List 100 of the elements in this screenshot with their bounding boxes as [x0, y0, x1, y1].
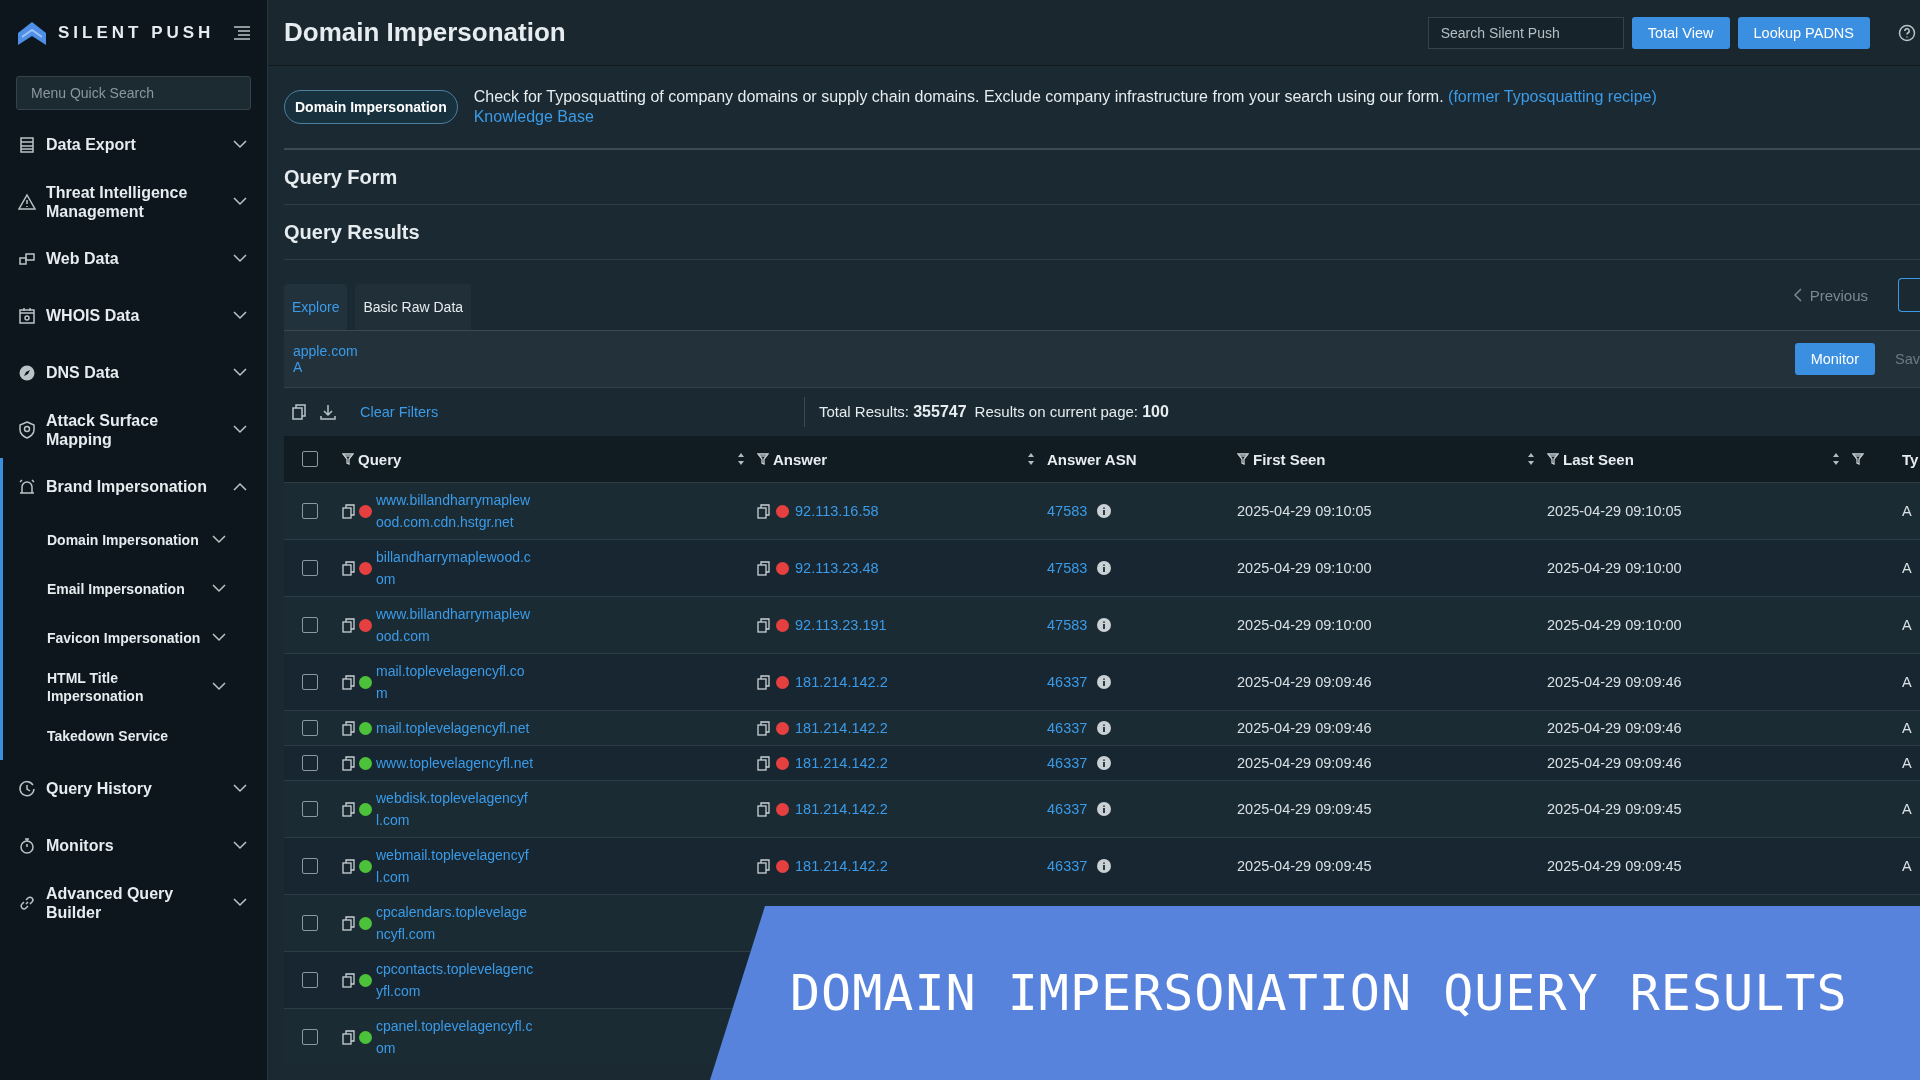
asn-link[interactable]: 47583 [1047, 557, 1088, 579]
recipe-link[interactable]: (former Typosquatting recipe) [1448, 88, 1657, 105]
filter-tag[interactable]: apple.com [293, 343, 358, 359]
sidebar-item[interactable]: Attack Surface Mapping [0, 401, 267, 458]
info-icon[interactable] [1097, 721, 1112, 735]
knowledge-base-link[interactable]: Knowledge Base [473, 107, 594, 127]
filter-icon[interactable] [1237, 453, 1249, 465]
copy-icon[interactable] [342, 617, 355, 633]
sidebar-item[interactable]: Web Data [0, 230, 267, 287]
info-icon[interactable] [1097, 561, 1112, 575]
copy-icon[interactable] [342, 972, 355, 988]
copy-icon[interactable] [757, 503, 770, 519]
copy-icon[interactable] [342, 560, 355, 576]
copy-icon[interactable] [757, 560, 770, 576]
monitor-button[interactable]: Monitor [1794, 343, 1875, 375]
chevron-icon[interactable] [233, 311, 247, 320]
answer-link[interactable]: 92.113.23.191 [795, 614, 887, 636]
query-link[interactable]: www.billandharrymaplewood.com.cdn.hstgr.net [376, 489, 534, 533]
copy-icon[interactable] [342, 858, 355, 874]
answer-link[interactable]: 92.113.23.48 [795, 557, 879, 579]
search-field[interactable]: Menu Quick Search [16, 76, 251, 110]
chevron-icon[interactable] [212, 633, 226, 642]
sidebar-item[interactable]: WHOIS Data [0, 287, 267, 344]
filter-icon[interactable] [342, 453, 354, 465]
row-checkbox[interactable] [302, 617, 318, 633]
info-icon[interactable] [1097, 618, 1112, 632]
chevron-icon[interactable] [233, 784, 247, 793]
answer-link[interactable]: 181.214.142.2 [795, 798, 888, 820]
copy-icon[interactable] [757, 801, 770, 817]
sidebar-item[interactable]: Advanced Query Builder [0, 874, 267, 931]
copy-icon[interactable] [757, 858, 770, 874]
chevron-icon[interactable] [233, 898, 247, 907]
asn-link[interactable]: 46337 [1047, 752, 1088, 774]
row-checkbox[interactable] [302, 972, 318, 988]
sort-icon[interactable] [1832, 452, 1840, 466]
copy-icon[interactable] [757, 720, 770, 736]
help-icon[interactable] [1898, 23, 1916, 42]
tab[interactable]: Basic Raw Data [355, 284, 472, 330]
info-icon[interactable] [1097, 802, 1112, 816]
sort-icon[interactable] [737, 452, 745, 466]
select-all-checkbox[interactable] [302, 451, 318, 467]
chevron-icon[interactable] [233, 841, 247, 850]
next-button[interactable] [1898, 278, 1920, 312]
answer-link[interactable]: 181.214.142.2 [795, 717, 888, 739]
row-checkbox[interactable] [302, 674, 318, 690]
row-checkbox[interactable] [302, 755, 318, 771]
tab[interactable]: Explore [284, 284, 348, 330]
sidebar-item[interactable]: Threat Intelligence Management [0, 173, 267, 230]
asn-link[interactable]: 46337 [1047, 798, 1088, 820]
sort-icon[interactable] [1527, 452, 1535, 466]
info-icon[interactable] [1097, 859, 1112, 873]
previous-link[interactable]: Previous [1809, 286, 1868, 304]
query-link[interactable]: cpanel.toplevelagencyfl.com [376, 1015, 534, 1059]
sidebar-item[interactable]: Monitors [0, 817, 267, 874]
header-button[interactable]: Lookup PADNS [1737, 16, 1870, 49]
search-field[interactable]: Search Silent Push [1427, 16, 1624, 49]
copy-icon[interactable] [757, 674, 770, 690]
row-checkbox[interactable] [302, 503, 318, 519]
chevron-icon[interactable] [212, 682, 226, 691]
copy-icon[interactable] [292, 404, 306, 420]
row-checkbox[interactable] [302, 560, 318, 576]
answer-link[interactable]: 181.214.142.2 [795, 855, 888, 877]
copy-icon[interactable] [757, 617, 770, 633]
filter-icon[interactable] [757, 453, 769, 465]
chevron-icon[interactable] [233, 425, 247, 434]
recipe-pill[interactable]: Domain Impersonation [284, 90, 458, 124]
asn-link[interactable]: 47583 [1047, 500, 1088, 522]
chevron-icon[interactable] [233, 368, 247, 377]
row-checkbox[interactable] [302, 801, 318, 817]
submenu-item[interactable]: Domain Impersonation [3, 515, 267, 564]
submenu-item[interactable]: Email Impersonation [3, 564, 267, 613]
row-checkbox[interactable] [302, 915, 318, 931]
row-checkbox[interactable] [302, 1029, 318, 1045]
menu-icon[interactable] [233, 26, 251, 40]
copy-icon[interactable] [342, 674, 355, 690]
chevron-icon[interactable] [233, 254, 247, 263]
filter-icon[interactable] [1547, 453, 1559, 465]
copy-icon[interactable] [342, 755, 355, 771]
asn-link[interactable]: 46337 [1047, 717, 1088, 739]
asn-link[interactable]: 46337 [1047, 671, 1088, 693]
clear-filters-link[interactable]: Clear Filters [360, 404, 790, 420]
answer-link[interactable]: 92.113.16.58 [795, 500, 879, 522]
query-link[interactable]: cpcalendars.toplevelagencyfl.com [376, 901, 534, 945]
sidebar-item[interactable]: Query History [0, 760, 267, 817]
copy-icon[interactable] [757, 755, 770, 771]
asn-link[interactable]: 46337 [1047, 855, 1088, 877]
copy-icon[interactable] [342, 720, 355, 736]
filter-tag[interactable]: A [293, 359, 303, 375]
submenu-item[interactable]: HTML Title Impersonation [3, 662, 267, 711]
answer-link[interactable]: 181.214.142.2 [795, 671, 888, 693]
chevron-icon[interactable] [233, 140, 247, 149]
chevron-icon[interactable] [212, 535, 226, 544]
header-button[interactable]: Total View [1631, 16, 1730, 49]
chevron-icon[interactable] [233, 482, 247, 491]
info-icon[interactable] [1097, 756, 1112, 770]
query-link[interactable]: webdisk.toplevelagencyfl.com [376, 787, 534, 831]
answer-link[interactable]: 181.214.142.2 [795, 752, 888, 774]
chevron-icon[interactable] [212, 584, 226, 593]
copy-icon[interactable] [342, 915, 355, 931]
copy-icon[interactable] [342, 503, 355, 519]
